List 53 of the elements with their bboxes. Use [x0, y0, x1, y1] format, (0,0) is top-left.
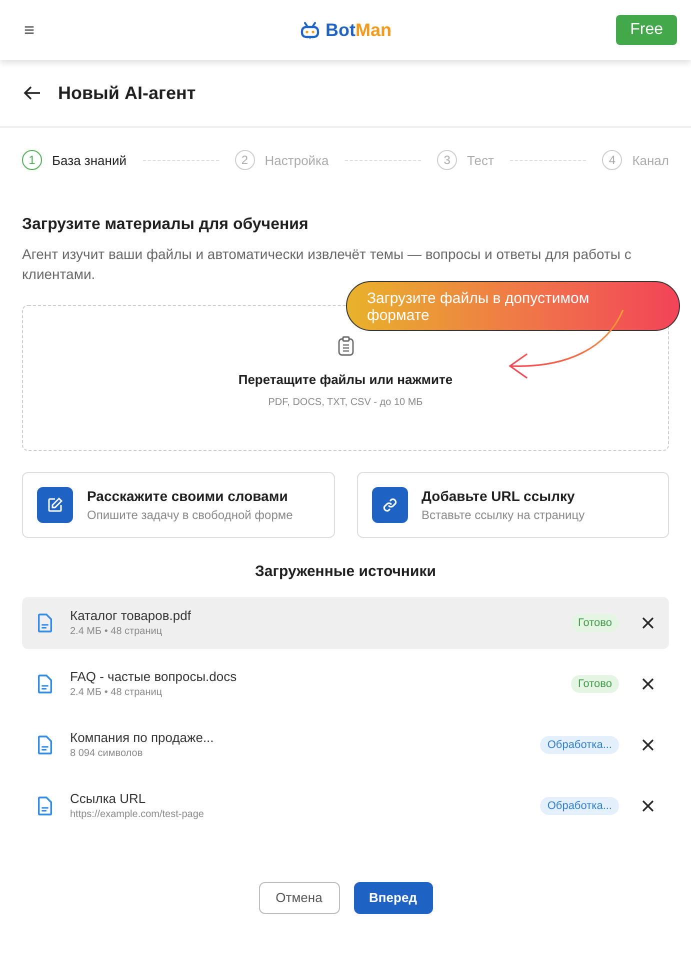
option-card[interactable]: Расскажите своими словами Опишите задачу в свободной форме [22, 472, 334, 538]
option-title: Добавьте URL ссылку [422, 488, 576, 504]
option-card[interactable]: Добавьте URL ссылку Вставьте ссылку на страницу [356, 472, 669, 538]
file-icon [36, 612, 54, 633]
step-number: 2 [234, 150, 255, 170]
logo-text: BotMan [326, 20, 392, 41]
next-button[interactable]: Вперед [354, 882, 432, 914]
hint-tooltip: Загрузите файлы в допустимом формате [346, 281, 680, 331]
menu-button[interactable]: ≡ [24, 20, 35, 40]
cancel-button[interactable]: Отмена [258, 882, 340, 914]
option-title: Расскажите своими словами [87, 488, 289, 504]
option-subtitle: Опишите задачу в свободной форме [87, 508, 293, 522]
source-row[interactable]: Ссылка URL https://example.com/test-page Обработка... [22, 780, 669, 832]
step-number: 1 [22, 150, 42, 170]
option-subtitle: Вставьте ссылку на страницу [422, 508, 585, 522]
step-label: Тест [467, 152, 494, 168]
source-row[interactable]: FAQ - частые вопросы.docs 2.4 МБ • 48 страниц Готово [22, 658, 669, 710]
source-meta: 8 094 символов [70, 748, 144, 760]
source-meta: 2.4 МБ • 48 страниц [70, 626, 164, 638]
step-number: 4 [602, 150, 622, 170]
step-tab[interactable]: 1 База знаний [22, 150, 126, 170]
step-label: База знаний [52, 152, 126, 168]
step-label: Настройка [264, 152, 329, 168]
source-name: Компания по продаже... [70, 730, 215, 746]
remove-button[interactable] [641, 738, 655, 752]
source-meta: https://example.com/test-page [70, 809, 205, 820]
source-name: Каталог товаров.pdf [70, 608, 192, 624]
source-meta: 2.4 МБ • 48 страниц [70, 687, 164, 698]
status-badge: Готово [571, 674, 619, 693]
file-icon [36, 734, 54, 755]
file-icon [36, 796, 54, 816]
step-label: Канал [632, 152, 670, 168]
status-badge: Готово [571, 614, 619, 632]
source-row[interactable]: Компания по продаже... 8 094 символов Обработка... [22, 718, 669, 771]
clipboard-icon [338, 336, 354, 356]
remove-button[interactable] [641, 676, 655, 691]
link-icon [382, 496, 398, 513]
dropzone-hint: PDF, DOCS, TXT, CSV - до 10 МБ [268, 396, 423, 408]
remove-button[interactable] [641, 798, 655, 813]
status-badge: Обработка... [540, 736, 619, 754]
source-row[interactable]: Каталог товаров.pdf 2.4 МБ • 48 страниц Готово [22, 596, 669, 649]
source-name: Ссылка URL [70, 791, 147, 806]
status-badge: Обработка... [540, 796, 619, 815]
dropzone-title: Перетащите файлы или нажмите [238, 372, 453, 387]
file-icon [36, 674, 54, 694]
remove-button[interactable] [641, 616, 655, 630]
source-name: FAQ - частые вопросы.docs [70, 669, 238, 684]
robot-icon [300, 22, 320, 40]
section-title: Загрузите материалы для обучения [22, 216, 310, 234]
step-number: 3 [437, 150, 458, 170]
sources-title: Загруженные источники [254, 562, 437, 580]
edit-icon [47, 496, 63, 513]
page-title: Новый AI-агент [58, 82, 196, 104]
